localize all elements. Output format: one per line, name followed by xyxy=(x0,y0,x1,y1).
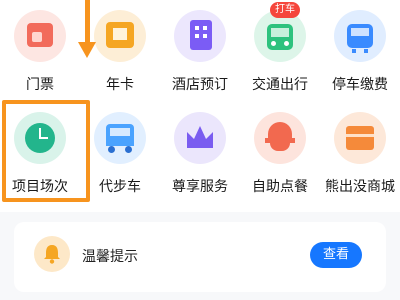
highlight-box xyxy=(2,100,90,202)
notice-bar[interactable]: 温馨提示 查看 xyxy=(14,222,386,292)
food-bowl-icon xyxy=(254,112,306,164)
crown-icon xyxy=(174,112,226,164)
pointer-arrow xyxy=(85,0,90,46)
bell-icon xyxy=(34,236,70,272)
service-grid-card: 门票 年卡 酒店预订 交通出行 停车缴费 项目场次 代步车 尊享服务 自助点餐 … xyxy=(0,0,400,212)
grid-item-label: 熊出没商城 xyxy=(325,179,395,195)
grid-item-label: 自助点餐 xyxy=(252,179,308,195)
view-button[interactable]: 查看 xyxy=(310,242,362,268)
grid-item-show-times[interactable]: 项目场次 xyxy=(0,0,80,195)
arrow-head-icon xyxy=(78,42,96,58)
shop-icon xyxy=(334,112,386,164)
cart-icon xyxy=(94,112,146,164)
grid-item-label: 尊享服务 xyxy=(172,179,228,195)
taxi-badge: 打车 xyxy=(270,2,300,18)
notice-text: 温馨提示 xyxy=(82,249,138,265)
grid-item-shop[interactable]: 熊出没商城 xyxy=(320,0,400,195)
grid-item-vip-service[interactable]: 尊享服务 xyxy=(160,0,240,195)
grid-item-label: 代步车 xyxy=(99,179,141,195)
